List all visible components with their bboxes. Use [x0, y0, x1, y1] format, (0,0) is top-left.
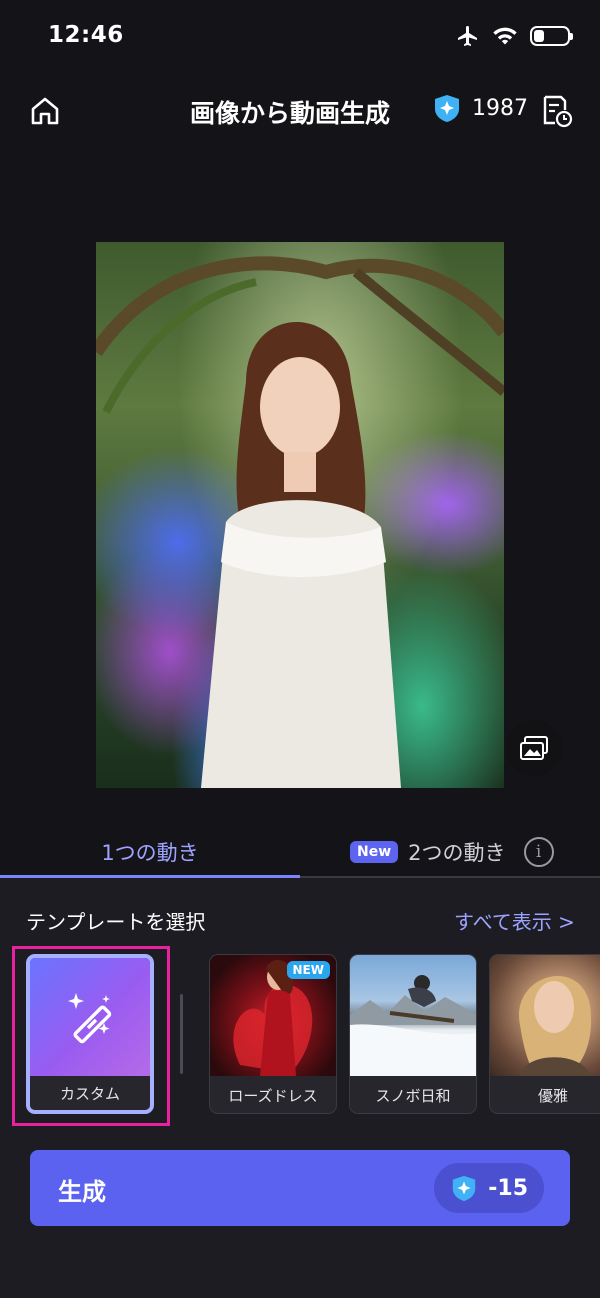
template-custom[interactable]: カスタム [26, 954, 154, 1114]
template-thumbnail [30, 958, 150, 1076]
new-tag: NEW [286, 961, 330, 979]
generate-cost-pill: -15 [434, 1163, 544, 1213]
page-title: 画像から動画生成 [190, 99, 391, 128]
template-rose-dress[interactable]: NEW ローズドレス [209, 954, 337, 1114]
tab-one-motion[interactable]: 1つの動き [0, 826, 300, 878]
credit-gem-icon [435, 95, 459, 122]
see-all-link[interactable]: すべて表示 > [454, 906, 575, 935]
template-label: カスタム [30, 1076, 150, 1110]
snowboard-artwork [350, 975, 476, 1076]
template-section-title: テンプレートを選択 [26, 910, 206, 934]
battery-icon [530, 26, 573, 46]
preview-image [96, 242, 504, 788]
tab-two-motion[interactable]: New 2つの動き i [350, 826, 554, 878]
tab-one-motion-label: 1つの動き [101, 841, 199, 865]
preview-artwork [96, 256, 504, 788]
template-thumbnail [490, 955, 600, 1076]
wifi-icon [493, 27, 517, 45]
status-icons [456, 24, 573, 48]
generate-label: 生成 [58, 1178, 106, 1206]
template-label: スノボ日和 [350, 1076, 476, 1113]
credit-gem-icon [453, 1175, 476, 1202]
home-icon[interactable] [28, 94, 62, 128]
template-label: 優雅 [490, 1076, 600, 1113]
airplane-icon [458, 26, 477, 46]
status-time: 12:46 [48, 22, 124, 48]
template-elegant[interactable]: 優雅 [489, 954, 600, 1114]
swap-image-icon [520, 736, 548, 760]
history-icon[interactable] [538, 93, 574, 129]
generate-button[interactable]: 生成 -15 [30, 1150, 570, 1226]
template-thumbnail [350, 955, 476, 1076]
generate-cost: -15 [488, 1175, 528, 1201]
battery-fill [534, 30, 544, 42]
credit-count: 1987 [472, 95, 528, 121]
magic-wand-icon [68, 993, 112, 1044]
swap-image-button[interactable] [506, 720, 562, 776]
motion-tabs: 1つの動き New 2つの動き i [0, 826, 600, 878]
template-label: ローズドレス [210, 1076, 336, 1113]
info-icon[interactable]: i [523, 837, 554, 867]
template-snowboard[interactable]: スノボ日和 [349, 954, 477, 1114]
tab-two-motion-label: 2つの動き [408, 841, 506, 865]
header: 画像から動画生成 1987 [0, 84, 600, 136]
status-bar: 12:46 [0, 0, 600, 76]
template-thumbnail: NEW [210, 955, 336, 1076]
elegant-artwork [519, 976, 592, 1076]
new-badge: New [350, 841, 399, 863]
credit-balance[interactable]: 1987 [432, 93, 528, 123]
template-divider [180, 994, 183, 1074]
